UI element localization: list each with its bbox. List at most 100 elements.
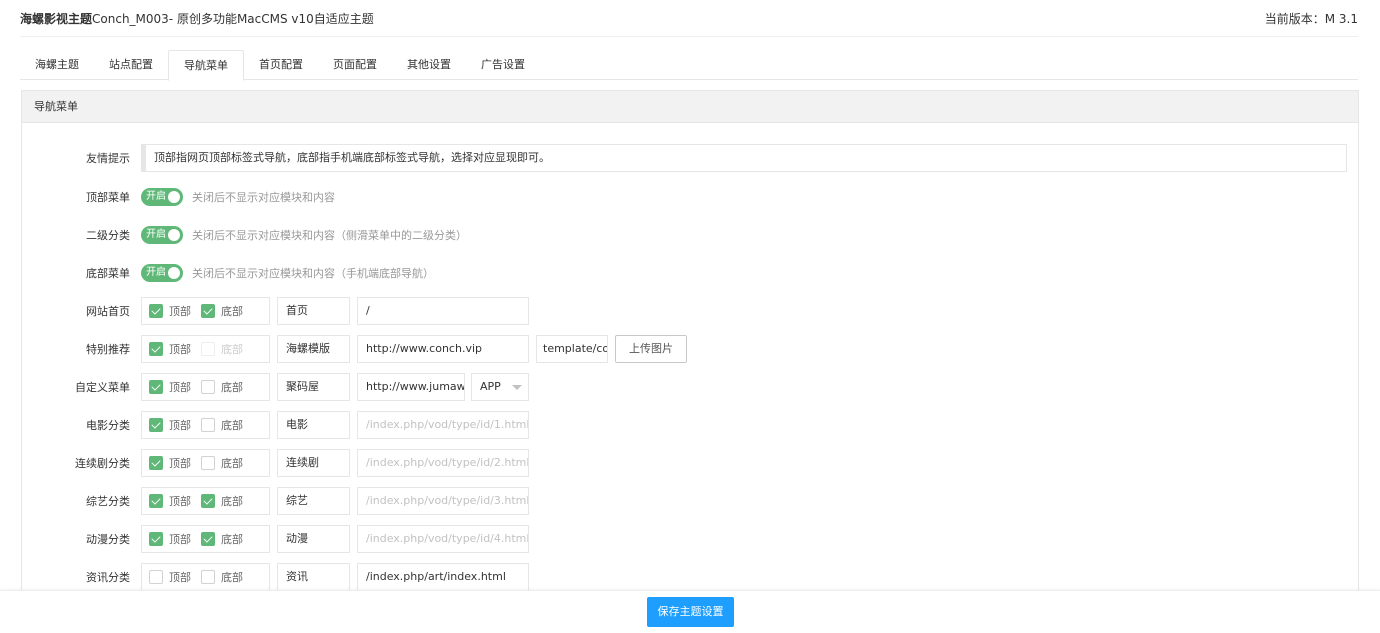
menu-url-input[interactable]: http://www.jumawu.com: [357, 373, 465, 401]
panel-title: 导航菜单: [22, 91, 1358, 123]
top-checkbox[interactable]: 顶部: [149, 531, 191, 547]
bottom-checkbox[interactable]: 底部: [201, 455, 243, 471]
checkbox-box: [149, 494, 163, 508]
menu-row: 自定义菜单 顶部 底部 聚码屋http://www.jumawu.com APP: [0, 373, 1380, 401]
tab-home-config[interactable]: 首页配置: [244, 50, 318, 80]
switch-label: 顶部菜单: [86, 191, 130, 204]
menu-row-fields: 顶部 底部 首页 /: [141, 297, 529, 325]
switch-row-sub-category: 二级分类 开启 关闭后不显示对应模块和内容（侧滑菜单中的二级分类）: [0, 221, 1380, 249]
menu-row-label: 动漫分类: [86, 533, 130, 546]
checkbox-box: [149, 418, 163, 432]
save-theme-button[interactable]: 保存主题设置: [647, 597, 734, 627]
bottom-checkbox[interactable]: 底部: [201, 379, 243, 395]
menu-name-input[interactable]: 连续剧: [277, 449, 350, 477]
tab-nav-menu[interactable]: 导航菜单: [168, 50, 244, 81]
checkbox-box: [149, 304, 163, 318]
bottom-checkbox[interactable]: 底部: [201, 341, 243, 357]
top-checkbox[interactable]: 顶部: [149, 303, 191, 319]
checkbox-box: [149, 456, 163, 470]
tip-label: 友情提示: [86, 152, 130, 165]
checkbox-label: 顶部: [169, 533, 191, 546]
menu-row-label: 综艺分类: [86, 495, 130, 508]
top-checkbox[interactable]: 顶部: [149, 569, 191, 585]
tab-conch-theme[interactable]: 海螺主题: [20, 50, 94, 80]
menu-url-input[interactable]: /index.php/vod/type/id/4.html: [357, 525, 529, 553]
top-menu-toggle[interactable]: 开启: [141, 188, 183, 206]
menu-url-input[interactable]: /: [357, 297, 529, 325]
position-checkboxes: 顶部 底部: [141, 487, 270, 515]
tab-page-config[interactable]: 页面配置: [318, 50, 392, 80]
menu-url-input[interactable]: http://www.conch.vip: [357, 335, 529, 363]
menu-name-input[interactable]: 海螺模版: [277, 335, 350, 363]
position-checkboxes: 顶部 底部: [141, 563, 270, 591]
position-checkboxes: 顶部 底部: [141, 297, 270, 325]
menu-row-label: 网站首页: [86, 305, 130, 318]
select-value: APP: [480, 380, 501, 393]
checkbox-box: [201, 570, 215, 584]
menu-name-input[interactable]: 动漫: [277, 525, 350, 553]
bottom-checkbox[interactable]: 底部: [201, 303, 243, 319]
checkbox-label: 顶部: [169, 305, 191, 318]
menu-name-input[interactable]: 首页: [277, 297, 350, 325]
menu-row-fields: 顶部 底部 电影/index.php/vod/type/id/1.html: [141, 411, 529, 439]
bottom-checkbox[interactable]: 底部: [201, 531, 243, 547]
menu-name-input[interactable]: 资讯: [277, 563, 350, 591]
bottom-checkbox[interactable]: 底部: [201, 493, 243, 509]
upload-image-button[interactable]: 上传图片: [615, 335, 687, 363]
menu-row-fields: 顶部 底部 资讯/index.php/art/index.html: [141, 563, 529, 591]
chevron-down-icon: [512, 385, 522, 390]
menu-url-input[interactable]: /index.php/art/index.html: [357, 563, 529, 591]
menu-row: 连续剧分类 顶部 底部 连续剧/index.php/vod/type/id/2.htm…: [0, 449, 1380, 477]
menu-name-input[interactable]: 电影: [277, 411, 350, 439]
version-value: M 3.1: [1324, 11, 1358, 26]
position-checkboxes: 顶部 底部: [141, 373, 270, 401]
bottom-menu-toggle[interactable]: 开启: [141, 264, 183, 282]
image-path-input[interactable]: template/conch: [536, 335, 608, 363]
page-title: 海螺影视主题Conch_M003- 原创多功能MacCMS v10自适应主题: [20, 10, 374, 27]
top-checkbox[interactable]: 顶部: [149, 455, 191, 471]
menu-row: 电影分类 顶部 底部 电影/index.php/vod/type/id/1.html: [0, 411, 1380, 439]
menu-target-select[interactable]: APP: [471, 373, 529, 401]
checkbox-label: 底部: [221, 457, 243, 470]
menu-row-label: 自定义菜单: [75, 381, 130, 394]
checkbox-box: [201, 494, 215, 508]
top-checkbox[interactable]: 顶部: [149, 493, 191, 509]
menu-url-input[interactable]: /index.php/vod/type/id/1.html: [357, 411, 529, 439]
tab-ad-settings[interactable]: 广告设置: [466, 50, 540, 80]
tab-other-settings[interactable]: 其他设置: [392, 50, 466, 80]
checkbox-box: [149, 342, 163, 356]
menu-name-input[interactable]: 综艺: [277, 487, 350, 515]
toggle-knob: [168, 267, 180, 279]
checkbox-box: [149, 532, 163, 546]
checkbox-box: [149, 380, 163, 394]
position-checkboxes: 顶部 底部: [141, 335, 270, 363]
menu-name-input[interactable]: 聚码屋: [277, 373, 350, 401]
switch-field: 开启 关闭后不显示对应模块和内容（侧滑菜单中的二级分类）: [141, 226, 467, 244]
checkbox-box: [201, 532, 215, 546]
bottom-checkbox[interactable]: 底部: [201, 417, 243, 433]
checkbox-label: 底部: [221, 495, 243, 508]
top-checkbox[interactable]: 顶部: [149, 417, 191, 433]
menu-row-label: 连续剧分类: [75, 457, 130, 470]
checkbox-label: 底部: [221, 343, 243, 356]
menu-row: 特别推荐 顶部 底部 海螺模版 http://www.conch.vip template…: [0, 335, 1380, 363]
menu-row: 动漫分类 顶部 底部 动漫/index.php/vod/type/id/4.html: [0, 525, 1380, 553]
top-checkbox[interactable]: 顶部: [149, 341, 191, 357]
checkbox-label: 底部: [221, 419, 243, 432]
checkbox-label: 底部: [221, 571, 243, 584]
version-info: 当前版本：M 3.1: [1265, 10, 1358, 27]
menu-url-input[interactable]: /index.php/vod/type/id/2.html: [357, 449, 529, 477]
checkbox-label: 顶部: [169, 457, 191, 470]
menu-url-input[interactable]: /index.php/vod/type/id/3.html: [357, 487, 529, 515]
tab-site-config[interactable]: 站点配置: [94, 50, 168, 80]
checkbox-box: [201, 456, 215, 470]
switch-hint: 关闭后不显示对应模块和内容: [192, 191, 335, 204]
checkbox-label: 底部: [221, 381, 243, 394]
sub-category-toggle[interactable]: 开启: [141, 226, 183, 244]
toggle-state: 开启: [146, 191, 166, 202]
menu-row-label: 特别推荐: [86, 343, 130, 356]
top-checkbox[interactable]: 顶部: [149, 379, 191, 395]
bottom-checkbox[interactable]: 底部: [201, 569, 243, 585]
top-bar: 海螺影视主题Conch_M003- 原创多功能MacCMS v10自适应主题 当…: [20, 0, 1358, 37]
checkbox-label: 底部: [221, 305, 243, 318]
